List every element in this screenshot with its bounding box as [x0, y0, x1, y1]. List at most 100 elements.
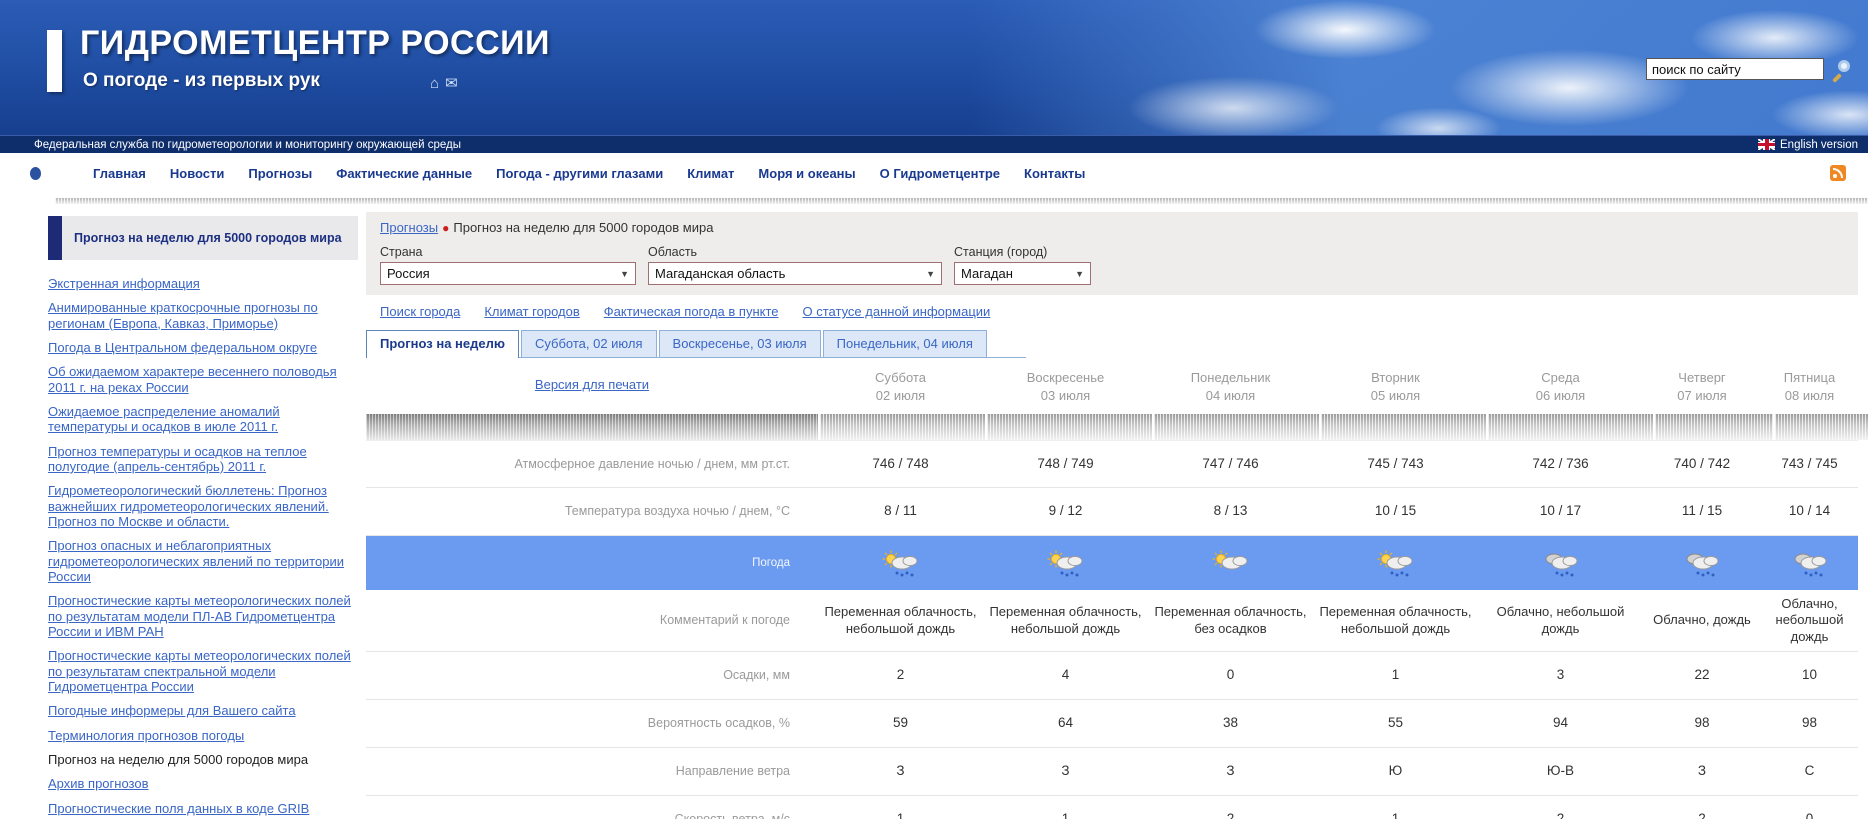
wind-speed-cell: 1 — [1313, 807, 1478, 819]
nav-bullet-icon — [30, 167, 41, 180]
weather-cell — [1313, 544, 1478, 582]
sidebar-item[interactable]: Экстренная информация — [48, 276, 358, 291]
english-version-link[interactable]: English version — [1758, 139, 1858, 151]
comment-cell: Переменная облачность, небольшой дождь — [818, 600, 983, 641]
nav-item[interactable]: Климат — [687, 166, 734, 181]
day-name: Понедельник — [1148, 369, 1313, 387]
search-input[interactable] — [1646, 58, 1824, 80]
sidebar-item[interactable]: Погодные информеры для Вашего сайта — [48, 703, 358, 718]
nav-item[interactable]: Контакты — [1024, 166, 1085, 181]
sidebar-item[interactable]: Анимированные краткосрочные прогнозы по … — [48, 300, 358, 331]
sidebar-item[interactable]: Прогноз опасных и неблагоприятных гидром… — [48, 538, 358, 584]
sidebar-item[interactable]: Об ожидаемом характере весеннего половод… — [48, 364, 358, 395]
comment-cell: Облачно, дождь — [1643, 608, 1761, 632]
tab-week-forecast[interactable]: Прогноз на неделю — [366, 330, 519, 358]
sidebar-item[interactable]: Прогностические карты метеорологических … — [48, 593, 358, 639]
temperature-cell: 10 / 14 — [1761, 499, 1858, 524]
weather-cloud-rain-icon — [1681, 548, 1723, 578]
quick-link[interactable]: Поиск города — [380, 304, 460, 319]
main-content: Прогнозы●Прогноз на неделю для 5000 горо… — [366, 204, 1858, 819]
sidebar-item[interactable]: Гидрометеорологический бюллетень: Прогно… — [48, 483, 358, 529]
weather-cell — [1643, 544, 1761, 582]
pressure-cell: 746 / 748 — [818, 452, 983, 477]
location-panel: Прогнозы●Прогноз на неделю для 5000 горо… — [366, 212, 1858, 295]
day-name: Пятница — [1761, 369, 1858, 387]
precip-probability-cell: 55 — [1313, 711, 1478, 736]
weather-cell — [1761, 544, 1858, 582]
tab-day[interactable]: Понедельник, 04 июля — [823, 330, 987, 357]
day-date: 04 июля — [1148, 387, 1313, 405]
weather-cell — [818, 544, 983, 582]
wind-speed-cell: 2 — [1148, 807, 1313, 819]
search-icon[interactable] — [1838, 60, 1850, 72]
nav-item[interactable]: Новости — [170, 166, 225, 181]
rss-icon[interactable] — [1830, 165, 1846, 181]
country-label: Страна — [380, 245, 636, 259]
nav-item[interactable]: О Гидрометцентре — [880, 166, 1000, 181]
weather-cell — [1148, 544, 1313, 582]
country-select[interactable]: Россия ▼ — [380, 262, 636, 285]
sidebar-item[interactable]: Прогноз температуры и осадков на теплое … — [48, 444, 358, 475]
print-version-link[interactable]: Версия для печати — [535, 377, 649, 392]
ruler-segment — [1321, 414, 1486, 440]
site-subtitle: О погоде - из первых рук — [83, 70, 320, 92]
sidebar-item[interactable]: Прогностические карты метеорологических … — [48, 648, 358, 694]
precipitation-cell: 1 — [1313, 663, 1478, 688]
day-name: Четверг — [1643, 369, 1761, 387]
station-select[interactable]: Магадан ▼ — [954, 262, 1091, 285]
day-header: Пятница08 июля — [1761, 364, 1858, 404]
precipitation-cell: 3 — [1478, 663, 1643, 688]
precip-probability-cell: 98 — [1761, 711, 1858, 736]
home-icon[interactable]: ⌂ — [430, 75, 445, 92]
wind-speed-cell: 1 — [818, 807, 983, 819]
sidebar-item[interactable]: Прогностические поля данных в коде GRIB — [48, 801, 358, 816]
weather-cell — [1478, 544, 1643, 582]
comment-cell: Переменная облачность, без осадков — [1148, 600, 1313, 641]
sidebar-item[interactable]: Архив прогнозов — [48, 776, 358, 791]
comment-cell: Облачно, небольшой дождь — [1761, 592, 1858, 649]
row-label: Скорость ветра, м/с — [366, 811, 818, 819]
forecast-tabs: Прогноз на неделюСуббота, 02 июляВоскрес… — [366, 329, 1026, 358]
nav-item[interactable]: Главная — [93, 166, 146, 181]
region-select[interactable]: Магаданская область ▼ — [648, 262, 942, 285]
row-label: Комментарий к погоде — [366, 612, 818, 628]
breadcrumb-link[interactable]: Прогнозы — [380, 220, 438, 235]
nav-item[interactable]: Фактические данные — [336, 166, 472, 181]
ruler-segment — [1655, 414, 1773, 440]
ruler-segment — [1154, 414, 1319, 440]
station-value: Магадан — [961, 266, 1013, 281]
weather-sun-cloud-rain-icon — [1045, 548, 1087, 578]
tab-day[interactable]: Суббота, 02 июля — [521, 330, 657, 357]
sidebar-item[interactable]: Ожидаемое распределение аномалий темпера… — [48, 404, 358, 435]
wind-direction-cell: Ю-В — [1478, 759, 1643, 784]
day-date: 06 июля — [1478, 387, 1643, 405]
quick-link[interactable]: О статусе данной информации — [803, 304, 991, 319]
temperature-cell: 11 / 15 — [1643, 499, 1761, 524]
day-header: Воскресенье03 июля — [983, 364, 1148, 404]
mail-icon[interactable]: ✉ — [445, 75, 464, 92]
ruler-segment — [987, 414, 1152, 440]
precipitation-cell: 2 — [818, 663, 983, 688]
pressure-cell: 748 / 749 — [983, 452, 1148, 477]
gov-strip-text: Федеральная служба по гидрометеорологии … — [34, 139, 461, 151]
nav-item[interactable]: Погода - другими глазами — [496, 166, 663, 181]
pressure-cell: 743 / 745 — [1761, 452, 1858, 477]
weather-cell — [983, 544, 1148, 582]
quick-link[interactable]: Фактическая погода в пункте — [604, 304, 779, 319]
nav-item[interactable]: Прогнозы — [248, 166, 312, 181]
quick-link[interactable]: Климат городов — [484, 304, 579, 319]
nav-item[interactable]: Моря и океаны — [758, 166, 855, 181]
station-label: Станция (город) — [954, 245, 1091, 259]
day-header: Суббота02 июля — [818, 364, 983, 404]
weather-sun-cloud-rain-icon — [1375, 548, 1417, 578]
chevron-down-icon: ▼ — [620, 269, 629, 279]
sidebar-item[interactable]: Погода в Центральном федеральном округе — [48, 340, 358, 355]
tab-day[interactable]: Воскресенье, 03 июля — [659, 330, 821, 357]
weather-row: Погода — [366, 536, 1858, 590]
sidebar-item[interactable]: Терминология прогнозов погоды — [48, 728, 358, 743]
temperature-cell: 8 / 13 — [1148, 499, 1313, 524]
precip-probability-row: Вероятность осадков, %59643855949898 — [366, 700, 1858, 748]
precip-probability-cell: 64 — [983, 711, 1148, 736]
weather-sun-cloud-icon — [1210, 548, 1252, 578]
chevron-down-icon: ▼ — [1075, 269, 1084, 279]
